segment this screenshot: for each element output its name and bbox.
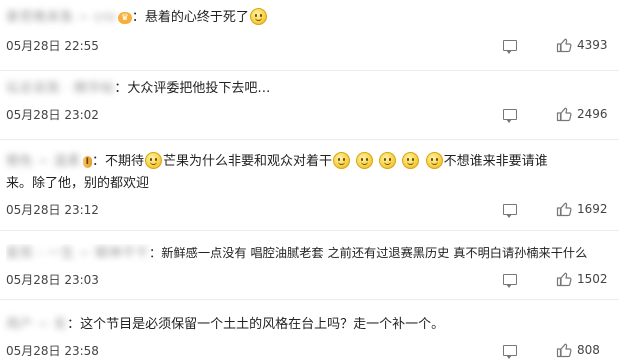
comment-line: 用户 ~ 名：这个节目是必须保留一个土土的风格在台上吗？走一个补一个。 bbox=[6, 316, 611, 334]
timestamp: 05月28日 23:58 bbox=[6, 344, 99, 358]
username[interactable]: 坛总说我 · 精华帖 bbox=[6, 81, 114, 96]
comment-item: 泰悲晚来鱼 ~ cro ♛ ：悬着的心终于死了 05月28日 22:55 4393 bbox=[0, 0, 619, 70]
comment-icon[interactable] bbox=[503, 204, 517, 218]
like-count: 1502 bbox=[577, 272, 608, 286]
timestamp: 05月28日 23:12 bbox=[6, 203, 99, 217]
smile-emoji-icon bbox=[249, 8, 267, 25]
comment-text: ：新鲜感一点没有 唱腔油腻老套 之前还有过退赛黑历史 真不明白请孙楠来干什么 bbox=[149, 246, 588, 260]
timestamp: 05月28日 23:03 bbox=[6, 273, 99, 287]
thumbs-up-icon[interactable] bbox=[556, 271, 572, 287]
comment-item: 坛总说我 · 精华帖：大众评委把他投下去吧… 05月28日 23:02 2496 bbox=[0, 71, 619, 139]
timestamp: 05月28日 23:02 bbox=[6, 108, 99, 122]
username[interactable]: 泰悲晚来鱼 ~ cro bbox=[6, 10, 116, 25]
comment-text: 来。除了他，别的都欢迎 bbox=[6, 176, 150, 191]
vip-badge-icon: I bbox=[82, 156, 93, 168]
comment-icon[interactable] bbox=[503, 40, 517, 54]
comment-item: 用户 ~ 名：这个节目是必须保留一个土土的风格在台上吗？走一个补一个。 05月2… bbox=[0, 300, 619, 359]
timestamp: 05月28日 22:55 bbox=[6, 39, 99, 53]
comment-line: 泰悲晚来鱼 ~ cro ♛ ：悬着的心终于死了 bbox=[6, 8, 611, 27]
username[interactable]: 星雨 - 一生 ~ 眼神不干 bbox=[6, 246, 149, 261]
comment-icon[interactable] bbox=[503, 109, 517, 123]
username[interactable]: 橙色 ~ 温柔 bbox=[6, 154, 81, 169]
comment-text: 芒果为什么非要和观众对着干 bbox=[163, 154, 333, 169]
comment-text: ：不期待 bbox=[92, 154, 145, 169]
comment-line: 星雨 - 一生 ~ 眼神不干：新鲜感一点没有 唱腔油腻老套 之前还有过退赛黑历史… bbox=[6, 244, 611, 263]
smile-emoji-icon bbox=[402, 152, 420, 169]
thumbs-up-icon[interactable] bbox=[556, 37, 572, 53]
comment-text: 不想谁来非要请谁 bbox=[443, 154, 548, 169]
comment-line: 坛总说我 · 精华帖：大众评委把他投下去吧… bbox=[6, 80, 611, 98]
comment-text: ：大众评委把他投下去吧… bbox=[114, 81, 271, 96]
thumbs-up-icon[interactable] bbox=[556, 342, 572, 358]
like-count: 1692 bbox=[577, 202, 608, 216]
smile-emoji-icon bbox=[379, 152, 397, 169]
crown-badge-icon: ♛ bbox=[117, 12, 132, 24]
comment-icon[interactable] bbox=[503, 345, 517, 359]
comment-icon[interactable] bbox=[503, 274, 517, 288]
comment-item: 橙色 ~ 温柔 I ：不期待 芒果为什么非要和观众对着干 不想谁来非要请谁 来。除了他… bbox=[0, 140, 619, 230]
comment-item: 星雨 - 一生 ~ 眼神不干：新鲜感一点没有 唱腔油腻老套 之前还有过退赛黑历史… bbox=[0, 231, 619, 299]
thumbs-up-icon[interactable] bbox=[556, 106, 572, 122]
smile-emoji-icon bbox=[425, 152, 443, 169]
comment-text: ：这个节目是必须保留一个土土的风格在台上吗？走一个补一个。 bbox=[67, 317, 445, 332]
comment-text: ：悬着的心终于死了 bbox=[131, 10, 249, 25]
smile-emoji-icon bbox=[145, 152, 163, 169]
like-count: 808 bbox=[577, 343, 600, 357]
comment-line: 橙色 ~ 温柔 I ：不期待 芒果为什么非要和观众对着干 不想谁来非要请谁 bbox=[6, 152, 611, 171]
thumbs-up-icon[interactable] bbox=[556, 201, 572, 217]
username[interactable]: 用户 ~ 名 bbox=[6, 317, 67, 332]
comment-line: 来。除了他，别的都欢迎 bbox=[6, 175, 611, 193]
like-count: 4393 bbox=[577, 38, 608, 52]
smile-emoji-icon bbox=[356, 152, 374, 169]
smile-emoji-icon bbox=[333, 152, 351, 169]
like-count: 2496 bbox=[577, 107, 608, 121]
